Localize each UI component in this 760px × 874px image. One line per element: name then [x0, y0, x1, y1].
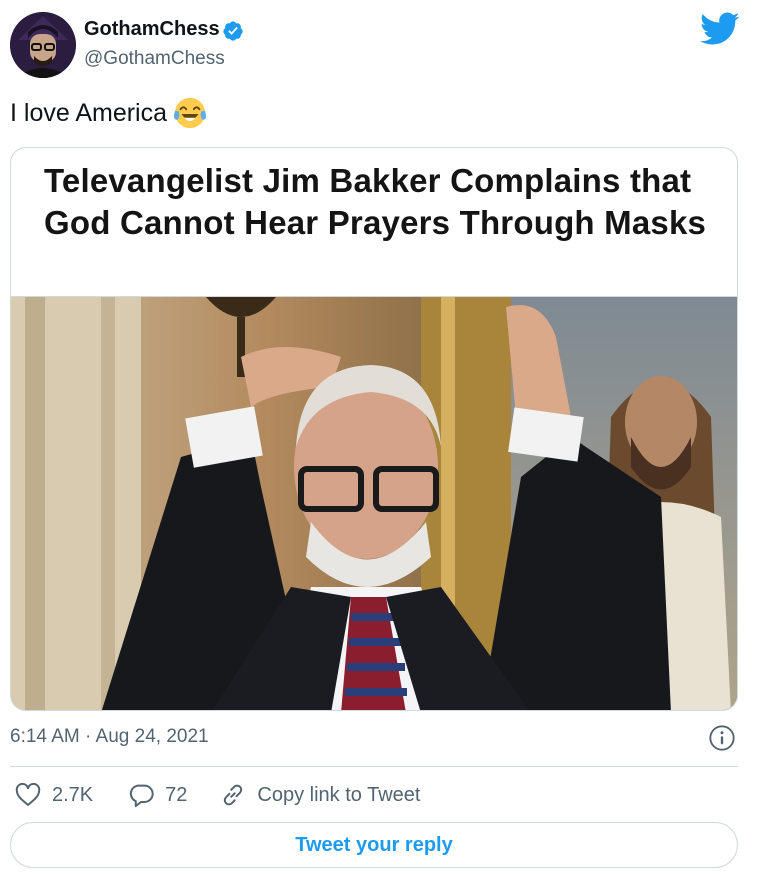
- heart-icon: [15, 782, 41, 806]
- reply-button[interactable]: 72: [127, 781, 187, 809]
- verified-badge-icon: [223, 21, 243, 41]
- like-button[interactable]: 2.7K: [14, 781, 93, 809]
- copy-link-label: Copy link to Tweet: [257, 783, 421, 806]
- face-with-tears-of-joy-icon: [173, 97, 207, 129]
- like-count: 2.7K: [52, 783, 94, 806]
- tweet-your-reply-button[interactable]: Tweet your reply: [10, 822, 738, 868]
- tweet-text: I love America: [10, 98, 168, 127]
- action-bar: 2.7K 72 Copy link to Tweet: [10, 780, 420, 810]
- display-name[interactable]: GothamChess: [84, 18, 220, 41]
- twitter-bird-icon[interactable]: [700, 12, 740, 46]
- copy-link-button[interactable]: Copy link to Tweet: [219, 781, 420, 809]
- speech-bubble-icon: [130, 784, 154, 808]
- handle[interactable]: @GothamChess: [84, 48, 225, 70]
- avatar[interactable]: [10, 12, 76, 78]
- link-card[interactable]: Televangelist Jim Bakker Complains that …: [10, 147, 738, 711]
- timestamp[interactable]: 6:14 AM · Aug 24, 2021: [10, 726, 209, 748]
- reply-count: 72: [165, 783, 188, 806]
- info-icon[interactable]: [708, 724, 736, 752]
- divider: [10, 766, 738, 767]
- card-image: [11, 296, 737, 710]
- link-icon: [224, 784, 243, 806]
- tweet-text-row: I love America: [10, 96, 207, 130]
- card-headline: Televangelist Jim Bakker Complains that …: [44, 162, 707, 241]
